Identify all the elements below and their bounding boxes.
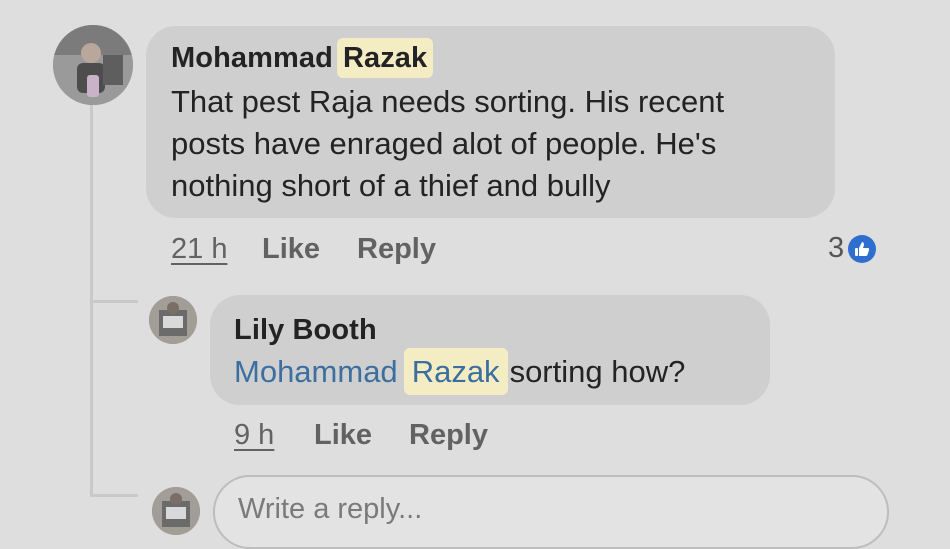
comment-text: That pest Raja needs sorting. His recent… (171, 81, 724, 207)
author-first-name: Mohammad (171, 42, 333, 74)
thread-line-branch-reply (90, 300, 138, 303)
comment-timestamp[interactable]: 21 h (171, 233, 227, 266)
like-button[interactable]: Like (262, 233, 320, 266)
reply-avatar[interactable] (149, 296, 197, 344)
author-highlight: Razak (336, 38, 434, 78)
reply-reply-button[interactable]: Reply (409, 419, 488, 452)
reaction-summary[interactable]: 3 (828, 232, 877, 265)
mention-link[interactable]: Mohammad Razak (234, 348, 510, 395)
mention-first: Mohammad (234, 354, 398, 389)
avatar-photo (152, 487, 200, 535)
reply-message: sorting how? (509, 354, 686, 389)
reaction-count: 3 (828, 232, 845, 264)
reply-input-placeholder: Write a reply... (238, 493, 423, 525)
reply-timestamp[interactable]: 9 h (234, 419, 274, 452)
avatar-photo (53, 25, 133, 105)
comment-line: nothing short of a thief and bully (171, 168, 611, 203)
comment-line: posts have enraged alot of people. He's (171, 126, 717, 161)
thread-line-branch-composer (90, 494, 138, 497)
mention-highlight: Razak (403, 348, 508, 395)
avatar[interactable] (53, 25, 133, 105)
thumbs-up-icon (848, 234, 877, 263)
reply-button[interactable]: Reply (357, 233, 436, 266)
avatar-photo (149, 296, 197, 344)
reply-like-button[interactable]: Like (314, 419, 372, 452)
comment-line: That pest Raja needs sorting. His recent (171, 84, 725, 119)
reply-author[interactable]: Lily Booth (234, 314, 377, 347)
composer-avatar (152, 487, 200, 535)
reply-text: Mohammad Razak sorting how? (234, 348, 686, 395)
comment-author[interactable]: Mohammad Razak (171, 38, 434, 78)
